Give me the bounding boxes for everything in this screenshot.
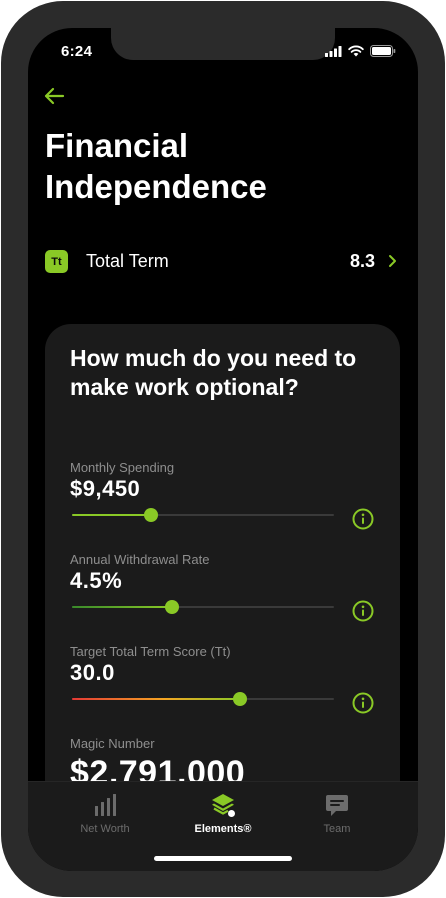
withdrawal-rate-field: Annual Withdrawal Rate 4.5%: [70, 552, 380, 622]
bar-chart-icon: [95, 794, 116, 816]
field-value: $9,450: [70, 476, 141, 501]
slider-fill: [72, 514, 151, 516]
target-term-score-slider[interactable]: [72, 692, 334, 706]
term-value: 8.3: [349, 251, 375, 271]
status-icons: [325, 45, 396, 57]
target-term-score-field: Target Total Term Score (Tt) 30.0: [70, 644, 380, 714]
fi-calculator-card: How much do you need to make work option…: [45, 324, 400, 844]
tab-net-worth[interactable]: Net Worth: [50, 790, 160, 836]
slider-thumb[interactable]: [164, 600, 179, 614]
term-badge: Tt: [45, 250, 68, 273]
card-question: How much do you need to make work option…: [70, 345, 357, 400]
withdrawal-rate-slider[interactable]: [72, 600, 334, 614]
field-label: Annual Withdrawal Rate: [70, 552, 210, 567]
field-value: 30.0: [70, 660, 115, 685]
tab-label: Team: [323, 823, 351, 835]
page-title: Financial Independence: [45, 127, 267, 205]
field-label: Target Total Term Score (Tt): [70, 644, 231, 659]
tab-label: Elements®: [194, 823, 252, 835]
slider-fill: [72, 606, 172, 608]
device-notch: [111, 28, 335, 60]
tab-label: Net Worth: [80, 823, 130, 835]
info-icon[interactable]: [352, 600, 374, 622]
monthly-spending-slider[interactable]: [72, 508, 334, 522]
battery-icon: [370, 45, 396, 57]
field-label: Monthly Spending: [70, 460, 175, 475]
wifi-icon: [348, 45, 364, 57]
cellular-signal-icon: [325, 45, 342, 57]
info-icon[interactable]: [352, 692, 374, 714]
monthly-spending-field: Monthly Spending $9,450: [70, 460, 380, 530]
chat-bubble-icon: [326, 795, 348, 816]
slider-thumb[interactable]: [232, 692, 247, 706]
tab-team[interactable]: Team: [282, 790, 392, 836]
field-label: Magic Number: [70, 736, 155, 751]
term-label: Total Term: [86, 251, 169, 271]
field-value: 4.5%: [70, 568, 123, 593]
back-arrow-icon[interactable]: [43, 86, 65, 106]
phone-frame: 6:24 Financial Independence Tt Total Ter…: [1, 1, 445, 897]
slider-thumb[interactable]: [143, 508, 158, 522]
tab-elements[interactable]: Elements®: [168, 790, 278, 836]
app-screen: 6:24 Financial Independence Tt Total Ter…: [28, 28, 418, 871]
status-time: 6:24: [61, 43, 93, 60]
total-term-row[interactable]: Tt Total Term 8.3: [45, 248, 401, 274]
chevron-right-icon: [389, 255, 396, 267]
home-indicator: [154, 856, 292, 861]
slider-fill: [72, 698, 240, 700]
info-icon[interactable]: [352, 508, 374, 530]
layers-icon: [212, 794, 235, 817]
